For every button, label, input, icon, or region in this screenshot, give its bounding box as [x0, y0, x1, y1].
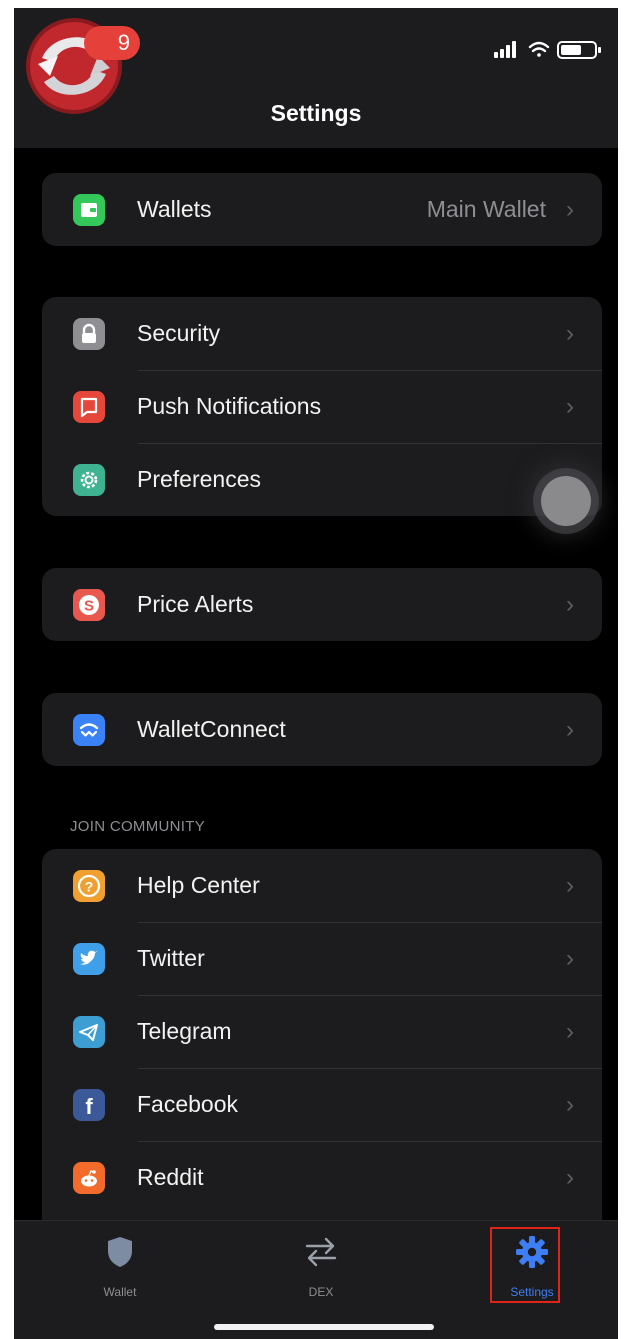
tab-wallet[interactable]: Wallet: [80, 1229, 160, 1309]
status-icons: [494, 41, 601, 59]
facebook-icon: f: [73, 1089, 105, 1121]
wallet-icon: [73, 194, 105, 226]
chevron-right-icon: ›: [566, 716, 574, 743]
twitter-icon: [73, 943, 105, 975]
row-label: WalletConnect: [137, 716, 286, 742]
shield-icon: [108, 1237, 132, 1267]
row-label: Reddit: [137, 1164, 204, 1190]
settings-row-wallets[interactable]: Wallets Main Wallet ›: [42, 173, 602, 246]
row-label: Twitter: [137, 945, 205, 971]
chevron-right-icon: ›: [566, 320, 574, 347]
settings-row-price-alerts[interactable]: S Price Alerts ›: [42, 568, 602, 641]
chevron-right-icon: ›: [566, 1164, 574, 1191]
row-label: Facebook: [137, 1091, 239, 1117]
reddit-icon: [73, 1162, 105, 1194]
svg-text:?: ?: [85, 879, 94, 895]
settings-row-help-center[interactable]: ? Help Center ›: [42, 849, 602, 922]
community-group: ? Help Center › Twitter › Telegram › f F…: [42, 849, 602, 1220]
row-label: Help Center: [137, 872, 260, 898]
tab-label: Wallet: [103, 1285, 137, 1299]
dollar-icon: S: [73, 589, 105, 621]
page-title: Settings: [270, 100, 362, 126]
help-icon: ?: [73, 870, 105, 902]
chevron-right-icon: ›: [566, 591, 574, 618]
wifi-icon: [528, 41, 550, 57]
home-indicator: [214, 1324, 434, 1330]
row-label: Push Notifications: [137, 393, 322, 419]
chevron-right-icon: ›: [566, 1018, 574, 1045]
price-alerts-group: S Price Alerts ›: [42, 568, 602, 641]
tab-dex[interactable]: DEX: [281, 1229, 361, 1309]
annotation-highlight-box: [490, 1227, 560, 1303]
settings-row-push-notifications[interactable]: Push Notifications ›: [42, 370, 602, 443]
svg-text:f: f: [85, 1094, 93, 1119]
phone-screen: 9 Settings Wallets Main Wallet › Securit…: [14, 8, 618, 1339]
touch-indicator: [541, 476, 591, 526]
tab-label: DEX: [308, 1285, 334, 1299]
chevron-right-icon: ›: [566, 393, 574, 420]
swap-arrows-icon: [305, 1237, 337, 1267]
row-label: Wallets: [137, 196, 212, 222]
chevron-right-icon: ›: [566, 945, 574, 972]
settings-row-security[interactable]: Security ›: [42, 297, 602, 370]
walletconnect-icon: [73, 714, 105, 746]
cellular-signal-icon: [494, 41, 516, 58]
telegram-icon: [73, 1016, 105, 1048]
row-label: Preferences: [137, 466, 262, 492]
row-label: Telegram: [137, 1018, 232, 1044]
row-label: Price Alerts: [137, 591, 254, 617]
notification-icon: [73, 391, 105, 423]
settings-row-preferences[interactable]: Preferences ›: [42, 443, 602, 516]
gear-icon: [73, 464, 105, 496]
settings-row-telegram[interactable]: Telegram ›: [42, 995, 602, 1068]
status-bar: 9 Settings: [14, 8, 618, 148]
chevron-right-icon: ›: [566, 872, 574, 899]
row-label: Security: [137, 320, 221, 346]
chevron-right-icon: ›: [566, 196, 574, 223]
row-value: Main Wallet: [426, 196, 546, 222]
settings-row-reddit[interactable]: Reddit ›: [42, 1141, 602, 1214]
settings-row-facebook[interactable]: f Facebook ›: [42, 1068, 602, 1141]
notification-badge: 9: [84, 26, 140, 60]
settings-row-twitter[interactable]: Twitter ›: [42, 922, 602, 995]
walletconnect-group: WalletConnect ›: [42, 693, 602, 766]
wallets-group: Wallets Main Wallet ›: [42, 173, 602, 246]
section-header-join-community: JOIN COMMUNITY: [70, 818, 206, 835]
security-group: Security › Push Notifications › Preferen…: [42, 297, 602, 516]
lock-icon: [73, 318, 105, 350]
battery-icon: [557, 41, 601, 59]
svg-text:S: S: [84, 598, 94, 615]
chevron-right-icon: ›: [566, 1091, 574, 1118]
settings-row-walletconnect[interactable]: WalletConnect ›: [42, 693, 602, 766]
